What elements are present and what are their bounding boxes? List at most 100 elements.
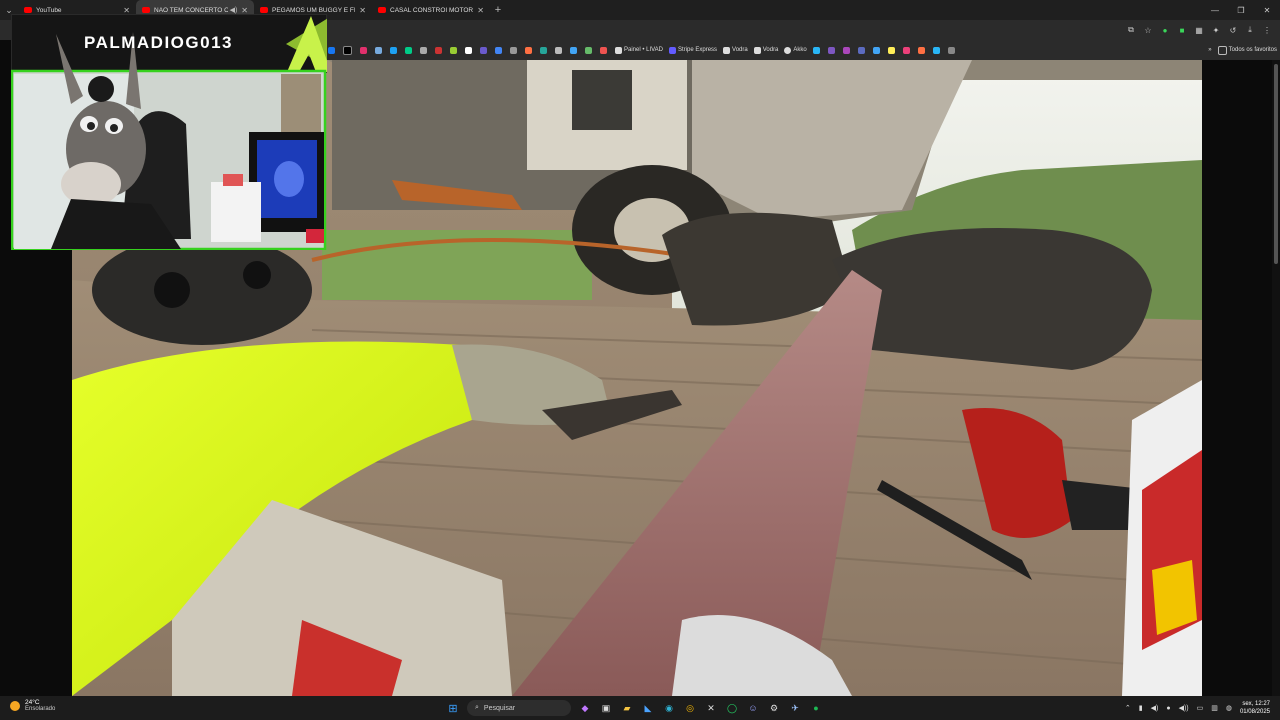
sun-icon	[10, 701, 20, 711]
bookmark-icon[interactable]	[537, 40, 552, 60]
clock-time: sex, 12:27	[1242, 701, 1270, 707]
puzzle-icon[interactable]: ✦	[1211, 26, 1221, 35]
akko-icon	[784, 46, 792, 54]
extension-icon[interactable]: ■	[1177, 26, 1187, 35]
new-tab-button[interactable]: +	[490, 4, 506, 16]
search-icon: ⌕	[475, 704, 479, 711]
speaker-icon[interactable]: ◀)	[1151, 704, 1159, 712]
windows-taskbar: 24°C Ensolarado ⊞ ⌕ Pesquisar ◆ ▣ ▰ ◣ ◉ …	[0, 696, 1280, 720]
bookmark-icon[interactable]	[432, 40, 447, 60]
speaker-icon[interactable]: ◀)	[230, 6, 238, 14]
bookmark-icon[interactable]	[325, 40, 340, 60]
bookmark-icon[interactable]	[582, 40, 597, 60]
youtube-icon	[142, 7, 150, 13]
network-icon[interactable]: ▥	[1211, 704, 1218, 712]
cast-icon[interactable]: ⧉	[1126, 25, 1136, 35]
bookmark-icon[interactable]	[567, 40, 582, 60]
windows-start-icon[interactable]: ⊞	[446, 701, 460, 715]
spotify-icon[interactable]: ●	[809, 701, 823, 715]
bookmark-icon[interactable]	[357, 40, 372, 60]
extension-icon[interactable]: ●	[1160, 26, 1170, 35]
system-tray: ⌃ ▮ ◀) ● ◀)) ▭ ▥ ◍ sex, 12:27 01/08/2025	[1125, 696, 1270, 720]
battery-icon[interactable]: ▮	[1139, 704, 1143, 712]
bookmark-vodra[interactable]: Vodra	[720, 40, 751, 60]
bookmark-icon[interactable]	[462, 40, 477, 60]
bookmark-icon	[615, 46, 622, 54]
bookmark-icon[interactable]	[930, 40, 945, 60]
bookmark-icon[interactable]	[340, 40, 357, 60]
bookmark-icon[interactable]	[492, 40, 507, 60]
bookmark-icon[interactable]	[522, 40, 537, 60]
tab-casal-constroi[interactable]: CASAL CONSTRÓI MOTORHOM ✕	[372, 0, 490, 20]
vodra-icon	[753, 46, 761, 54]
tab-title: CASAL CONSTRÓI MOTORHOM	[390, 6, 474, 14]
history-icon[interactable]: ↺	[1228, 26, 1238, 35]
whatsapp-icon[interactable]: ◯	[725, 701, 739, 715]
bookmark-icon[interactable]	[447, 40, 462, 60]
bookmark-icon[interactable]	[552, 40, 567, 60]
all-bookmarks[interactable]: Todos os favoritos	[1215, 40, 1280, 60]
display-icon[interactable]: ▭	[1197, 704, 1204, 712]
page-scrollbar[interactable]	[1272, 60, 1280, 696]
tray-app-icon[interactable]: ◍	[1226, 704, 1232, 712]
volume-icon[interactable]: ◀))	[1179, 704, 1189, 712]
clock[interactable]: sex, 12:27 01/08/2025	[1240, 700, 1270, 716]
clock-date: 01/08/2025	[1239, 709, 1270, 715]
bookmark-icon[interactable]	[885, 40, 900, 60]
menu-icon[interactable]: ⋮	[1262, 26, 1272, 35]
bookmark-icon[interactable]	[810, 40, 825, 60]
minimize-icon[interactable]: —	[1202, 0, 1228, 20]
bookmark-label: Painel • LIVAD	[624, 47, 664, 53]
bookmark-icon[interactable]	[387, 40, 402, 60]
tab-title: PEGAMOS UM BUGGY E FIZEM	[272, 6, 356, 14]
tab-title: NÃO TEM CONCERTO O CA	[154, 6, 228, 14]
bookmark-akko[interactable]: Akko	[781, 40, 809, 60]
bookmark-icon[interactable]	[402, 40, 417, 60]
close-window-icon[interactable]: ✕	[1254, 0, 1280, 20]
search-placeholder: Pesquisar	[483, 704, 516, 712]
taskbar-search[interactable]: ⌕ Pesquisar	[467, 700, 571, 716]
settings-icon[interactable]: ⚙	[767, 701, 781, 715]
bookmark-icon[interactable]	[825, 40, 840, 60]
bookmark-icon[interactable]	[477, 40, 492, 60]
copilot-icon[interactable]: ◆	[578, 701, 592, 715]
streamer-name: PALMADIOG013	[84, 33, 233, 52]
bookmark-vodra-2[interactable]: Vodra	[751, 40, 782, 60]
download-icon[interactable]: ⤓	[1245, 25, 1255, 35]
bookmarks-overflow-icon[interactable]: »	[1205, 40, 1214, 60]
microphone-icon[interactable]: ●	[1166, 705, 1170, 712]
bookmark-star-icon[interactable]: ☆	[1143, 26, 1153, 35]
file-explorer-icon[interactable]: ▰	[620, 701, 634, 715]
bookmark-stripe-express[interactable]: Stripe Express	[666, 40, 720, 60]
scrollbar-thumb[interactable]	[1274, 64, 1278, 264]
steam-icon[interactable]: ✈	[788, 701, 802, 715]
bookmark-icon[interactable]	[855, 40, 870, 60]
toolbar-icons: ⧉ ☆ ● ■ ▦ ✦ ↺ ⤓ ⋮	[1126, 20, 1272, 40]
close-icon[interactable]: ✕	[359, 6, 366, 15]
bookmark-icon[interactable]	[840, 40, 855, 60]
chevron-up-icon[interactable]: ⌃	[1125, 704, 1131, 712]
bookmark-icon[interactable]	[372, 40, 387, 60]
maximize-icon[interactable]: ❐	[1228, 0, 1254, 20]
chrome-icon[interactable]: ◎	[683, 701, 697, 715]
discord-icon[interactable]: ☺	[746, 701, 760, 715]
bookmark-icon[interactable]	[870, 40, 885, 60]
bookmark-icon[interactable]	[507, 40, 522, 60]
extension-icon[interactable]: ▦	[1194, 26, 1204, 35]
bookmark-icon[interactable]	[915, 40, 930, 60]
app-icon[interactable]: ◣	[641, 701, 655, 715]
close-icon[interactable]: ✕	[477, 6, 484, 15]
vodra-icon	[723, 46, 731, 54]
weather-temp: 24°C	[25, 699, 40, 706]
weather-widget[interactable]: 24°C Ensolarado	[10, 699, 55, 713]
bookmark-icon[interactable]	[945, 40, 960, 60]
bookmark-icon[interactable]	[900, 40, 915, 60]
all-bookmarks-label: Todos os favoritos	[1228, 47, 1277, 53]
store-icon[interactable]: ▣	[599, 701, 613, 715]
edge-icon[interactable]: ◉	[662, 701, 676, 715]
bookmark-icon[interactable]	[417, 40, 432, 60]
xbox-icon[interactable]: ✕	[704, 701, 718, 715]
bookmark-label: Akko	[793, 47, 807, 53]
bookmark-painel-livad[interactable]: Painel • LIVAD	[612, 40, 666, 60]
bookmark-icon[interactable]	[597, 40, 612, 60]
